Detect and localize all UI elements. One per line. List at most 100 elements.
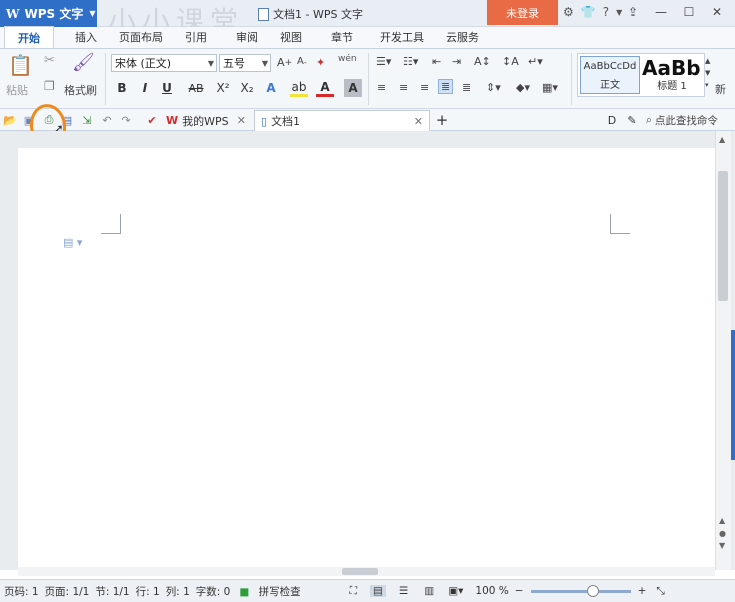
prev-page-icon[interactable]: ▲ — [719, 516, 725, 525]
open-folder-icon[interactable]: 📂 — [3, 113, 17, 127]
cut-icon[interactable]: ✂ — [44, 53, 55, 68]
align-right-icon[interactable]: ≡ — [420, 81, 429, 94]
tab-home[interactable]: 开始 — [4, 26, 54, 48]
bookmark-icon[interactable]: D — [605, 113, 619, 127]
vertical-scrollbar[interactable]: ▲ ▲ ● ▼ — [715, 131, 731, 570]
line-spacing-icon[interactable]: ⇕▾ — [486, 81, 501, 94]
tab-chapter[interactable]: 章节 — [313, 26, 364, 48]
numbered-list-icon[interactable]: ☷▾ — [403, 55, 418, 68]
quick-access-bar: 📂 ▣ ⎙ ▤ ⇲ ↶ ↷ ✔ W 我的WPS ✕ ▯ 文档1 ✕ + D ✎ … — [0, 109, 735, 131]
font-color-icon[interactable]: A — [316, 79, 334, 97]
superscript-button[interactable]: X² — [214, 79, 232, 97]
border-icon[interactable]: ▦▾ — [542, 81, 558, 94]
scroll-thumb[interactable] — [718, 171, 728, 301]
close-icon[interactable]: ✕ — [414, 115, 423, 128]
strikethrough-button[interactable]: AB — [185, 79, 207, 97]
new-tab-icon[interactable]: + — [435, 111, 449, 129]
settings-icon[interactable]: ⚙ — [563, 5, 574, 19]
tab-page-layout[interactable]: 页面布局 — [108, 26, 174, 48]
minimize-button[interactable]: — — [649, 2, 673, 22]
highlight-icon[interactable]: ab — [290, 79, 308, 97]
next-page-icon[interactable]: ▼ — [719, 541, 725, 550]
scroll-thumb-horizontal[interactable] — [342, 568, 378, 575]
new-style-button[interactable]: 新 — [715, 81, 726, 97]
tab-developer[interactable]: 开发工具 — [364, 26, 435, 48]
distribute-icon[interactable]: ≣ — [462, 81, 471, 94]
scroll-up-icon[interactable]: ▲ — [719, 135, 725, 144]
view-page-icon[interactable]: ▤ — [369, 585, 386, 597]
text-direction-icon[interactable]: A↕ — [474, 55, 491, 68]
document-icon — [258, 7, 269, 21]
bold-button[interactable]: B — [113, 79, 131, 97]
shading-icon[interactable]: ◆▾ — [516, 81, 530, 94]
help-icon[interactable]: ? — [603, 5, 609, 19]
subscript-button[interactable]: X₂ — [238, 79, 256, 97]
close-icon[interactable]: ✕ — [237, 114, 246, 127]
paste-icon[interactable]: 📋 — [8, 53, 33, 77]
underline-button[interactable]: U — [158, 79, 176, 97]
italic-button[interactable]: I — [136, 79, 154, 97]
outdent-icon[interactable]: ⇤ — [432, 55, 441, 68]
redo-icon[interactable]: ↷ — [119, 113, 133, 127]
tab-insert[interactable]: 插入 — [64, 26, 108, 48]
grow-font-icon[interactable]: A + — [277, 56, 292, 69]
pinyin-icon[interactable]: wén — [338, 54, 357, 64]
document-page[interactable]: ▤ ▾ — [18, 148, 715, 570]
style-scroll-icon[interactable]: ▲ ▼ ▾ — [705, 55, 710, 91]
font-name-select[interactable]: 宋体 (正文) ▼ — [111, 54, 217, 72]
style-normal[interactable]: AaBbCcDd 正文 — [580, 56, 640, 94]
zoom-level[interactable]: 100 % — [472, 585, 511, 597]
zoom-slider[interactable] — [530, 584, 631, 597]
chevron-down-icon: ▼ — [261, 58, 268, 68]
paste-button[interactable]: 粘贴 — [6, 82, 28, 98]
zoom-in-button[interactable]: + — [635, 585, 650, 597]
tab-document[interactable]: ▯ 文档1 ✕ — [254, 110, 430, 131]
show-marks-icon[interactable]: ↵▾ — [528, 55, 543, 68]
shrink-font-icon[interactable]: A- — [297, 56, 307, 67]
format-painter-button[interactable]: 格式刷 — [64, 82, 97, 98]
justify-icon[interactable]: ≣ — [438, 79, 454, 94]
text-effect-icon[interactable]: A — [262, 79, 280, 97]
command-search[interactable]: ⌕ 点此查找命令 — [646, 113, 718, 128]
comment-icon[interactable]: ✎ — [625, 113, 639, 127]
clear-format-icon[interactable]: ✦ — [316, 56, 325, 69]
restore-up-icon[interactable]: ⇪ — [621, 2, 645, 22]
format-painter-icon[interactable]: 🖌 — [72, 52, 95, 73]
view-outline-icon[interactable]: ☰ — [396, 585, 411, 597]
undo-icon[interactable]: ↶ — [100, 113, 114, 127]
app-menu-button[interactable]: W WPS 文字 ▼ — [0, 0, 97, 27]
sort-icon[interactable]: ↕A — [502, 55, 519, 68]
view-web-icon[interactable]: ▥ — [421, 585, 437, 597]
char-shading-icon[interactable]: A — [344, 79, 362, 97]
align-left-icon[interactable]: ≡ — [377, 81, 386, 94]
sidebar-handle[interactable] — [731, 330, 735, 460]
zoom-out-button[interactable]: − — [512, 585, 527, 597]
font-size-select[interactable]: 五号 ▼ — [219, 54, 271, 72]
close-button[interactable]: ✕ — [705, 2, 729, 22]
customize-icon[interactable]: ✔ — [145, 113, 159, 127]
view-reading-icon[interactable]: ▣▾ — [445, 585, 466, 597]
copy-icon[interactable]: ❐ — [44, 79, 55, 93]
tab-mywps[interactable]: W 我的WPS ✕ — [160, 110, 252, 131]
spell-check-button[interactable]: ■ 拼写检查 — [233, 584, 306, 599]
skin-icon[interactable]: 👕 — [581, 5, 596, 19]
fit-page-icon[interactable]: ⤡ — [653, 585, 667, 598]
indent-icon[interactable]: ⇥ — [452, 55, 461, 68]
tab-references[interactable]: 引用 — [174, 26, 218, 48]
select-browse-icon[interactable]: ● — [719, 529, 726, 538]
horizontal-scrollbar[interactable] — [18, 567, 715, 576]
login-button[interactable]: 未登录 — [487, 0, 558, 25]
view-fullscreen-icon[interactable]: ⛶ — [347, 585, 360, 598]
maximize-button[interactable]: ☐ — [677, 2, 701, 22]
tab-review[interactable]: 审阅 — [218, 26, 269, 48]
style-heading-1[interactable]: AaBb 标题 1 — [641, 56, 703, 94]
style-gallery: AaBbCcDd 正文 AaBb 标题 1 — [577, 53, 705, 97]
margin-mark-right — [610, 214, 630, 234]
tab-view[interactable]: 视图 — [269, 26, 313, 48]
paste-options-icon[interactable]: ▤ ▾ — [63, 236, 82, 249]
zoom-slider-thumb[interactable] — [586, 584, 599, 597]
tab-cloud[interactable]: 云服务 — [435, 26, 490, 48]
bullet-list-icon[interactable]: ☰▾ — [376, 55, 391, 68]
align-center-icon[interactable]: ≡ — [399, 81, 408, 94]
export-icon[interactable]: ⇲ — [80, 113, 94, 127]
